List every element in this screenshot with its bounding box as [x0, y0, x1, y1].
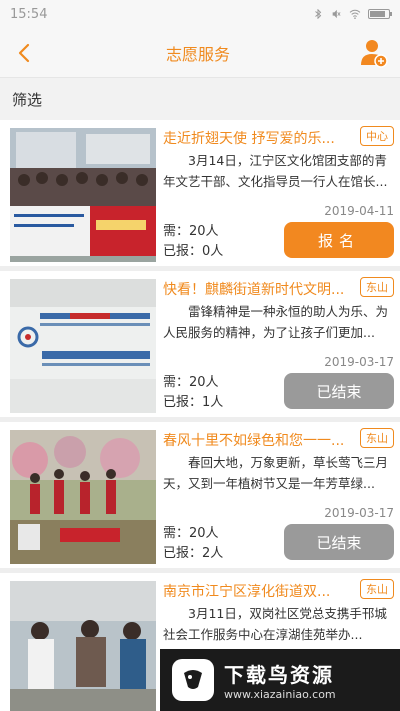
signed-count: 已报：2人 — [163, 546, 224, 561]
chevron-left-icon — [18, 43, 30, 62]
status-bar: 15:54 — [0, 0, 400, 28]
filter-button[interactable]: 筛选 — [0, 78, 400, 120]
activity-list: 走近折翅天使 抒写爱的乐... 中心 3月14日，江宁区文化馆团支部的青年文艺干… — [0, 120, 400, 711]
activity-title: 南京市江宁区淳化街道双... — [163, 584, 331, 600]
activity-thumbnail — [10, 430, 156, 564]
mute-icon — [332, 9, 341, 19]
bluetooth-icon — [315, 9, 322, 19]
list-item[interactable]: 春风十里不如绿色和您一一... 东山 春回大地，万象更新，草长莺飞三月天，又到一… — [0, 422, 400, 573]
status-icons — [312, 9, 392, 19]
watermark-url: www.xiazainiao.com — [224, 688, 336, 701]
activity-description: 雷锋精神是一种永恒的助人为乐、为人民服务的精神，为了让孩子们更加... — [163, 304, 389, 340]
signup-button[interactable]: 报名 — [284, 222, 394, 258]
watermark-logo-icon — [172, 659, 214, 701]
activity-thumbnail — [10, 581, 156, 711]
battery-icon — [368, 9, 392, 19]
activity-description: 3月14日，江宁区文化馆团支部的青年文艺干部、文化指导员一行人在馆长... — [163, 153, 388, 189]
page-title: 志愿服务 — [165, 44, 230, 64]
add-user-button[interactable] — [358, 37, 390, 69]
area-tag: 东山 — [360, 579, 394, 599]
activity-description: 3月11日，双岗社区党总支携手邗城社会工作服务中心在淳湖佳苑举办... — [163, 606, 387, 642]
area-tag: 东山 — [360, 428, 394, 448]
needed-count: 需：20人 — [163, 375, 219, 390]
status-time: 15:54 — [10, 6, 48, 22]
signed-count: 已报：0人 — [163, 244, 224, 259]
activity-date: 2019-03-17 — [324, 355, 394, 369]
list-item[interactable]: 快看！麒麟街道新时代文明... 东山 雷锋精神是一种永恒的助人为乐、为人民服务的… — [0, 271, 400, 422]
activity-title: 走近折翅天使 抒写爱的乐... — [163, 131, 335, 147]
watermark-banner: 下载鸟资源 www.xiazainiao.com — [160, 649, 400, 711]
activity-date: 2019-04-11 — [324, 204, 394, 218]
activity-date: 2019-03-17 — [324, 506, 394, 520]
watermark-name: 下载鸟资源 — [224, 663, 334, 687]
ended-button[interactable]: 已结束 — [284, 373, 394, 409]
user-add-icon — [360, 39, 388, 68]
list-item[interactable]: 走近折翅天使 抒写爱的乐... 中心 3月14日，江宁区文化馆团支部的青年文艺干… — [0, 120, 400, 271]
wifi-icon — [349, 9, 361, 19]
needed-count: 需：20人 — [163, 224, 219, 239]
activity-title: 春风十里不如绿色和您一一... — [163, 433, 345, 449]
activity-thumbnail — [10, 128, 156, 262]
navbar: 志愿服务 — [0, 28, 400, 78]
needed-count: 需：20人 — [163, 526, 219, 541]
ended-button[interactable]: 已结束 — [284, 524, 394, 560]
back-button[interactable] — [10, 37, 38, 69]
activity-description: 春回大地，万象更新，草长莺飞三月天，又到一年植树节又是一年芳草绿... — [163, 455, 389, 491]
area-tag: 东山 — [360, 277, 394, 297]
signed-count: 已报：1人 — [163, 395, 224, 410]
activity-title: 快看！麒麟街道新时代文明... — [163, 282, 345, 298]
activity-thumbnail — [10, 279, 156, 413]
area-tag: 中心 — [360, 126, 394, 146]
